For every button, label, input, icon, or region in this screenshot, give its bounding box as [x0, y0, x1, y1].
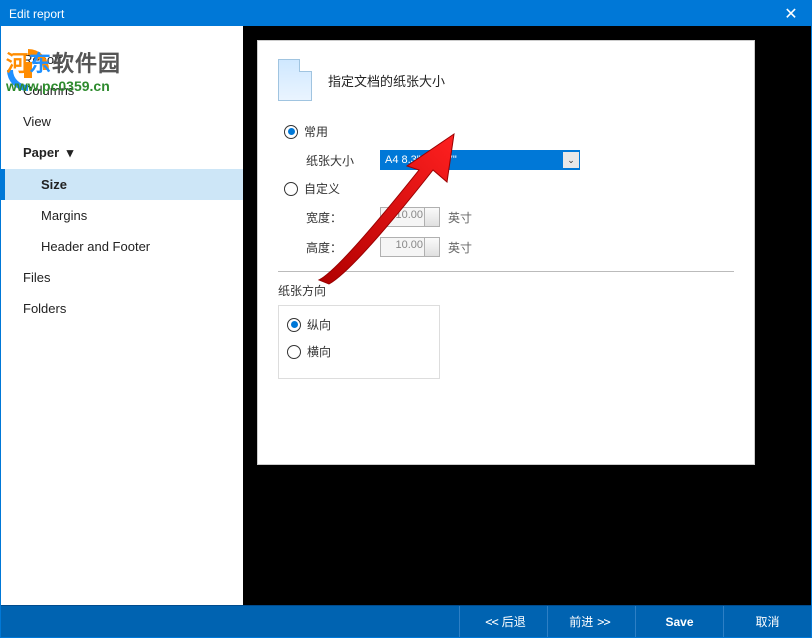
common-radio-row[interactable]: 常用 — [284, 123, 734, 140]
height-label: 高度： — [306, 239, 372, 256]
panel-header: 指定文档的纸张大小 — [278, 59, 734, 101]
edit-report-dialog: Edit report ✕ 河东软件园 www.pc0359.cn Report… — [0, 0, 812, 638]
sidebar-item-columns[interactable]: Columns — [1, 75, 243, 106]
custom-radio[interactable] — [284, 182, 298, 196]
width-unit: 英寸 — [448, 209, 472, 226]
custom-radio-row[interactable]: 自定义 — [284, 180, 734, 197]
forward-button-label: 前进 — [569, 613, 593, 630]
landscape-radio-row[interactable]: 横向 — [287, 343, 431, 360]
landscape-label: 横向 — [307, 343, 331, 360]
back-button-label: 后退 — [502, 613, 526, 630]
forward-button[interactable]: 前进 >> — [547, 606, 635, 637]
portrait-label: 纵向 — [307, 316, 331, 333]
width-label: 宽度： — [306, 209, 372, 226]
sidebar-item-files[interactable]: Files — [1, 262, 243, 293]
sidebar-item-margins[interactable]: Margins — [1, 200, 243, 231]
sidebar: Report Columns View Paper ▾ Size Margins… — [1, 26, 243, 605]
orientation-title: 纸张方向 — [278, 282, 734, 299]
window-title: Edit report — [9, 7, 771, 21]
height-input[interactable]: 10.00 — [380, 237, 440, 257]
width-row: 宽度： 10.00 英寸 — [306, 207, 734, 227]
paper-size-panel: 指定文档的纸张大小 常用 纸张大小 A4 8.3" x 11.7" ⌄ — [257, 40, 755, 465]
common-radio-label: 常用 — [304, 123, 328, 140]
sidebar-item-paper[interactable]: Paper ▾ — [1, 137, 243, 169]
sidebar-item-header-footer[interactable]: Header and Footer — [1, 231, 243, 262]
button-bar: << 后退 前进 >> Save 取消 — [1, 605, 811, 637]
close-button[interactable]: ✕ — [771, 1, 811, 26]
height-unit: 英寸 — [448, 239, 472, 256]
forward-arrows-icon: >> — [597, 615, 609, 629]
paper-size-select[interactable]: A4 8.3" x 11.7" ⌄ — [380, 150, 580, 170]
height-row: 高度： 10.00 英寸 — [306, 237, 734, 257]
back-button[interactable]: << 后退 — [459, 606, 547, 637]
sidebar-item-label: Paper — [23, 145, 59, 160]
orientation-group: 纵向 横向 — [278, 305, 440, 379]
panel-heading: 指定文档的纸张大小 — [328, 71, 445, 90]
paper-size-value: A4 8.3" x 11.7" — [385, 154, 457, 166]
sidebar-item-view[interactable]: View — [1, 106, 243, 137]
back-arrows-icon: << — [485, 615, 497, 629]
paper-size-row: 纸张大小 A4 8.3" x 11.7" ⌄ — [306, 150, 734, 170]
cancel-button[interactable]: 取消 — [723, 606, 811, 637]
chevron-down-icon: ▾ — [67, 145, 74, 161]
paper-size-form: 常用 纸张大小 A4 8.3" x 11.7" ⌄ 自定义 — [278, 123, 734, 379]
landscape-radio[interactable] — [287, 345, 301, 359]
paper-size-label: 纸张大小 — [306, 152, 372, 169]
orientation-section: 纸张方向 纵向 横向 — [278, 282, 734, 379]
dropdown-arrow-icon: ⌄ — [563, 152, 579, 168]
width-input[interactable]: 10.00 — [380, 207, 440, 227]
sidebar-item-size[interactable]: Size — [1, 169, 243, 200]
document-icon — [278, 59, 312, 101]
portrait-radio[interactable] — [287, 318, 301, 332]
dialog-body: 河东软件园 www.pc0359.cn Report Columns View … — [1, 26, 811, 605]
save-button[interactable]: Save — [635, 606, 723, 637]
sidebar-item-folders[interactable]: Folders — [1, 293, 243, 324]
main-panel: 指定文档的纸张大小 常用 纸张大小 A4 8.3" x 11.7" ⌄ — [243, 26, 811, 605]
custom-radio-label: 自定义 — [304, 180, 340, 197]
sidebar-item-report[interactable]: Report — [1, 44, 243, 75]
titlebar: Edit report ✕ — [1, 1, 811, 26]
common-radio[interactable] — [284, 125, 298, 139]
divider — [278, 271, 734, 272]
portrait-radio-row[interactable]: 纵向 — [287, 316, 431, 333]
